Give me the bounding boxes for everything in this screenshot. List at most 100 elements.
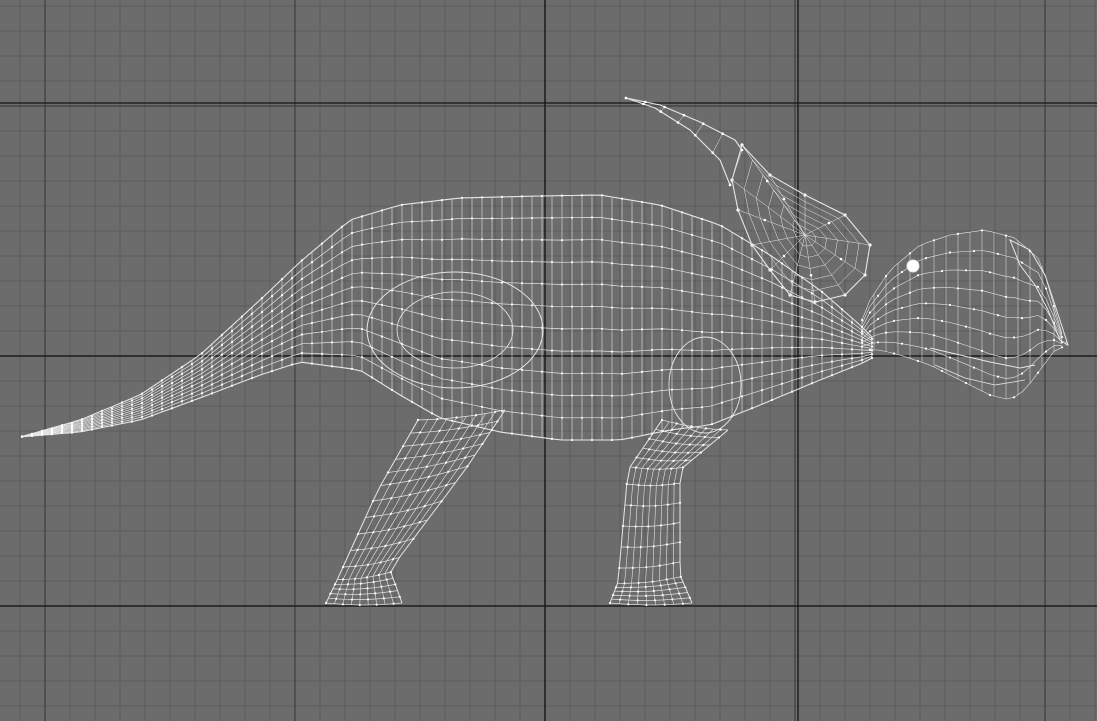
mesh-vertex [455, 416, 458, 419]
mesh-vertex [650, 432, 654, 435]
mesh-vertex [868, 330, 872, 333]
mesh-vertex [130, 412, 134, 415]
mesh-vertex [356, 532, 360, 536]
mesh-vertex [170, 394, 174, 397]
viewport-background [0, 0, 1097, 721]
mesh-vertex [780, 358, 784, 361]
mesh-vertex [720, 366, 724, 369]
mesh-vertex [466, 465, 469, 468]
mesh-vertex [341, 603, 344, 606]
mesh-vertex [389, 571, 392, 574]
mesh-vertex [260, 310, 264, 314]
mesh-vertex [670, 308, 674, 311]
mesh-vertex [948, 251, 952, 254]
mesh-vertex [330, 365, 334, 368]
mesh-vertex [160, 402, 164, 405]
mesh-vertex [790, 324, 794, 327]
mesh-vertex [972, 249, 976, 253]
mesh-vertex [230, 351, 234, 355]
mesh-vertex [150, 393, 154, 396]
mesh-vertex [401, 445, 405, 448]
mesh-vertex [460, 319, 464, 322]
mesh-vertex [460, 237, 464, 240]
mesh-vertex [200, 368, 204, 371]
mesh-vertex [90, 415, 94, 418]
mesh-vertex [170, 388, 174, 391]
mesh-vertex [410, 328, 414, 331]
viewport-canvas[interactable] [0, 0, 1097, 721]
mesh-vertex [408, 493, 411, 496]
mesh-vertex [730, 314, 734, 317]
mesh-vertex [457, 427, 460, 430]
mesh-vertex [520, 325, 524, 328]
mesh-vertex [590, 438, 594, 442]
mesh-vertex [580, 194, 584, 197]
mesh-vertex [740, 332, 744, 335]
mesh-vertex [170, 382, 174, 385]
mesh-vertex [680, 250, 684, 253]
mesh-vertex [520, 368, 524, 371]
mesh-vertex [1044, 318, 1048, 322]
mesh-vertex [220, 383, 224, 386]
modeling-viewport[interactable] [0, 0, 1097, 721]
mesh-vertex [988, 332, 992, 335]
mesh-vertex [600, 194, 604, 197]
mesh-vertex [1044, 287, 1048, 290]
mesh-vertex [120, 420, 124, 423]
mesh-vertex [352, 588, 355, 591]
mesh-vertex [440, 278, 444, 281]
mesh-vertex [230, 340, 234, 344]
mesh-vertex [320, 242, 324, 245]
mesh-vertex [760, 389, 764, 392]
mesh-vertex [120, 401, 124, 404]
mesh-vertex [830, 306, 834, 309]
mesh-vertex [170, 400, 174, 404]
mesh-vertex [406, 509, 409, 512]
mesh-vertex [830, 360, 834, 363]
mesh-vertex [972, 308, 976, 311]
mesh-vertex [180, 365, 184, 369]
mesh-vertex [760, 249, 764, 252]
mesh-vertex [560, 194, 564, 197]
mesh-vertex [418, 521, 421, 524]
mesh-vertex [670, 268, 674, 271]
mesh-vertex [830, 374, 834, 377]
mesh-vertex [629, 586, 633, 589]
mesh-vertex [360, 215, 364, 218]
mesh-vertex [354, 577, 357, 580]
mesh-vertex [372, 580, 375, 584]
mesh-vertex [389, 590, 392, 593]
mesh-vertex [661, 440, 664, 443]
mesh-vertex [440, 318, 444, 321]
mesh-vertex [540, 414, 544, 417]
mesh-vertex [394, 583, 397, 586]
mesh-vertex [30, 434, 34, 438]
mesh-vertex [730, 247, 734, 250]
mesh-vertex [694, 134, 697, 137]
mesh-vertex [140, 392, 144, 395]
mesh-vertex [660, 245, 664, 248]
mesh-vertex [800, 336, 804, 339]
mesh-vertex [140, 406, 144, 409]
mesh-vertex [440, 441, 443, 444]
mesh-vertex [800, 356, 804, 359]
mesh-vertex [688, 596, 691, 599]
mesh-vertex [370, 286, 374, 290]
mesh-vertex [810, 328, 814, 331]
mesh-vertex [460, 401, 464, 404]
mesh-vertex [1012, 336, 1016, 339]
mesh-vertex [1004, 295, 1008, 298]
mesh-vertex [690, 310, 694, 313]
mesh-vertex [462, 447, 465, 450]
mesh-vertex [140, 411, 144, 414]
mesh-vertex [510, 217, 514, 220]
mesh-vertex [700, 368, 704, 371]
mesh-vertex [410, 400, 414, 403]
mesh-vertex [400, 308, 404, 311]
mesh-vertex [672, 522, 675, 525]
mesh-vertex [338, 588, 341, 591]
mesh-vertex [406, 468, 409, 471]
mesh-vertex [340, 225, 344, 228]
mesh-vertex [420, 350, 424, 353]
mesh-vertex [110, 424, 114, 427]
